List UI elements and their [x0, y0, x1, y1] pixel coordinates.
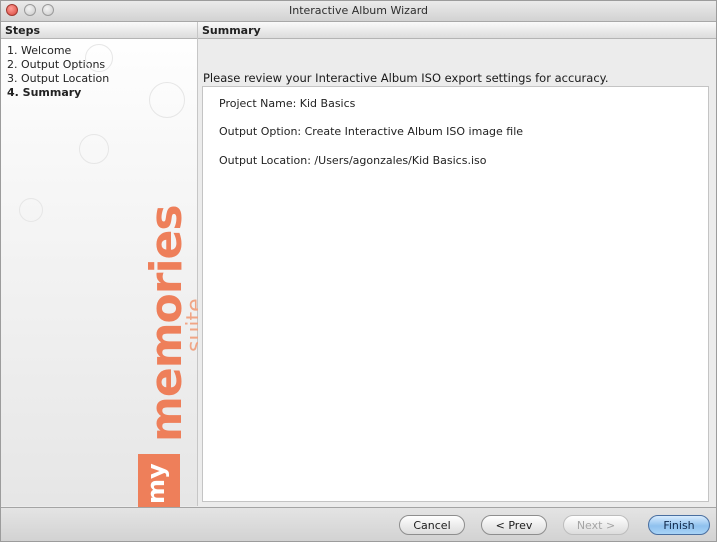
steps-header: Steps	[1, 22, 197, 39]
finish-button[interactable]: Finish	[648, 515, 710, 535]
step-summary: 4. Summary	[7, 86, 82, 99]
next-button[interactable]: Next >	[563, 515, 629, 535]
prev-button[interactable]: < Prev	[481, 515, 547, 535]
summary-header: Summary	[198, 22, 716, 39]
cancel-button[interactable]: Cancel	[399, 515, 465, 535]
detail-output-option: Output Option: Create Interactive Album …	[219, 125, 524, 138]
flower-decoration	[149, 82, 185, 118]
review-instructions: Please review your Interactive Album ISO…	[203, 71, 609, 85]
window-title: Interactive Album Wizard	[288, 4, 428, 17]
flower-decoration	[85, 44, 113, 72]
steps-sidebar: Steps 1. Welcome 2. Output Options 3. Ou…	[1, 22, 208, 516]
flower-decoration	[79, 134, 109, 164]
summary-panel: Summary Please review your Interactive A…	[198, 22, 716, 506]
step-output-location: 3. Output Location	[7, 72, 110, 85]
detail-project-name: Project Name: Kid Basics	[219, 97, 356, 110]
flower-decoration	[19, 198, 43, 222]
wizard-window: Interactive Album Wizard Steps 1. Welcom…	[0, 0, 717, 542]
logo-my-text: my	[142, 463, 170, 504]
button-bar: Cancel < Prev Next > Finish	[1, 507, 716, 541]
detail-output-location: Output Location: /Users/agonzales/Kid Ba…	[219, 154, 487, 167]
title-bar[interactable]: Interactive Album Wizard	[1, 1, 716, 22]
summary-details-box: Project Name: Kid Basics Output Option: …	[202, 86, 709, 502]
